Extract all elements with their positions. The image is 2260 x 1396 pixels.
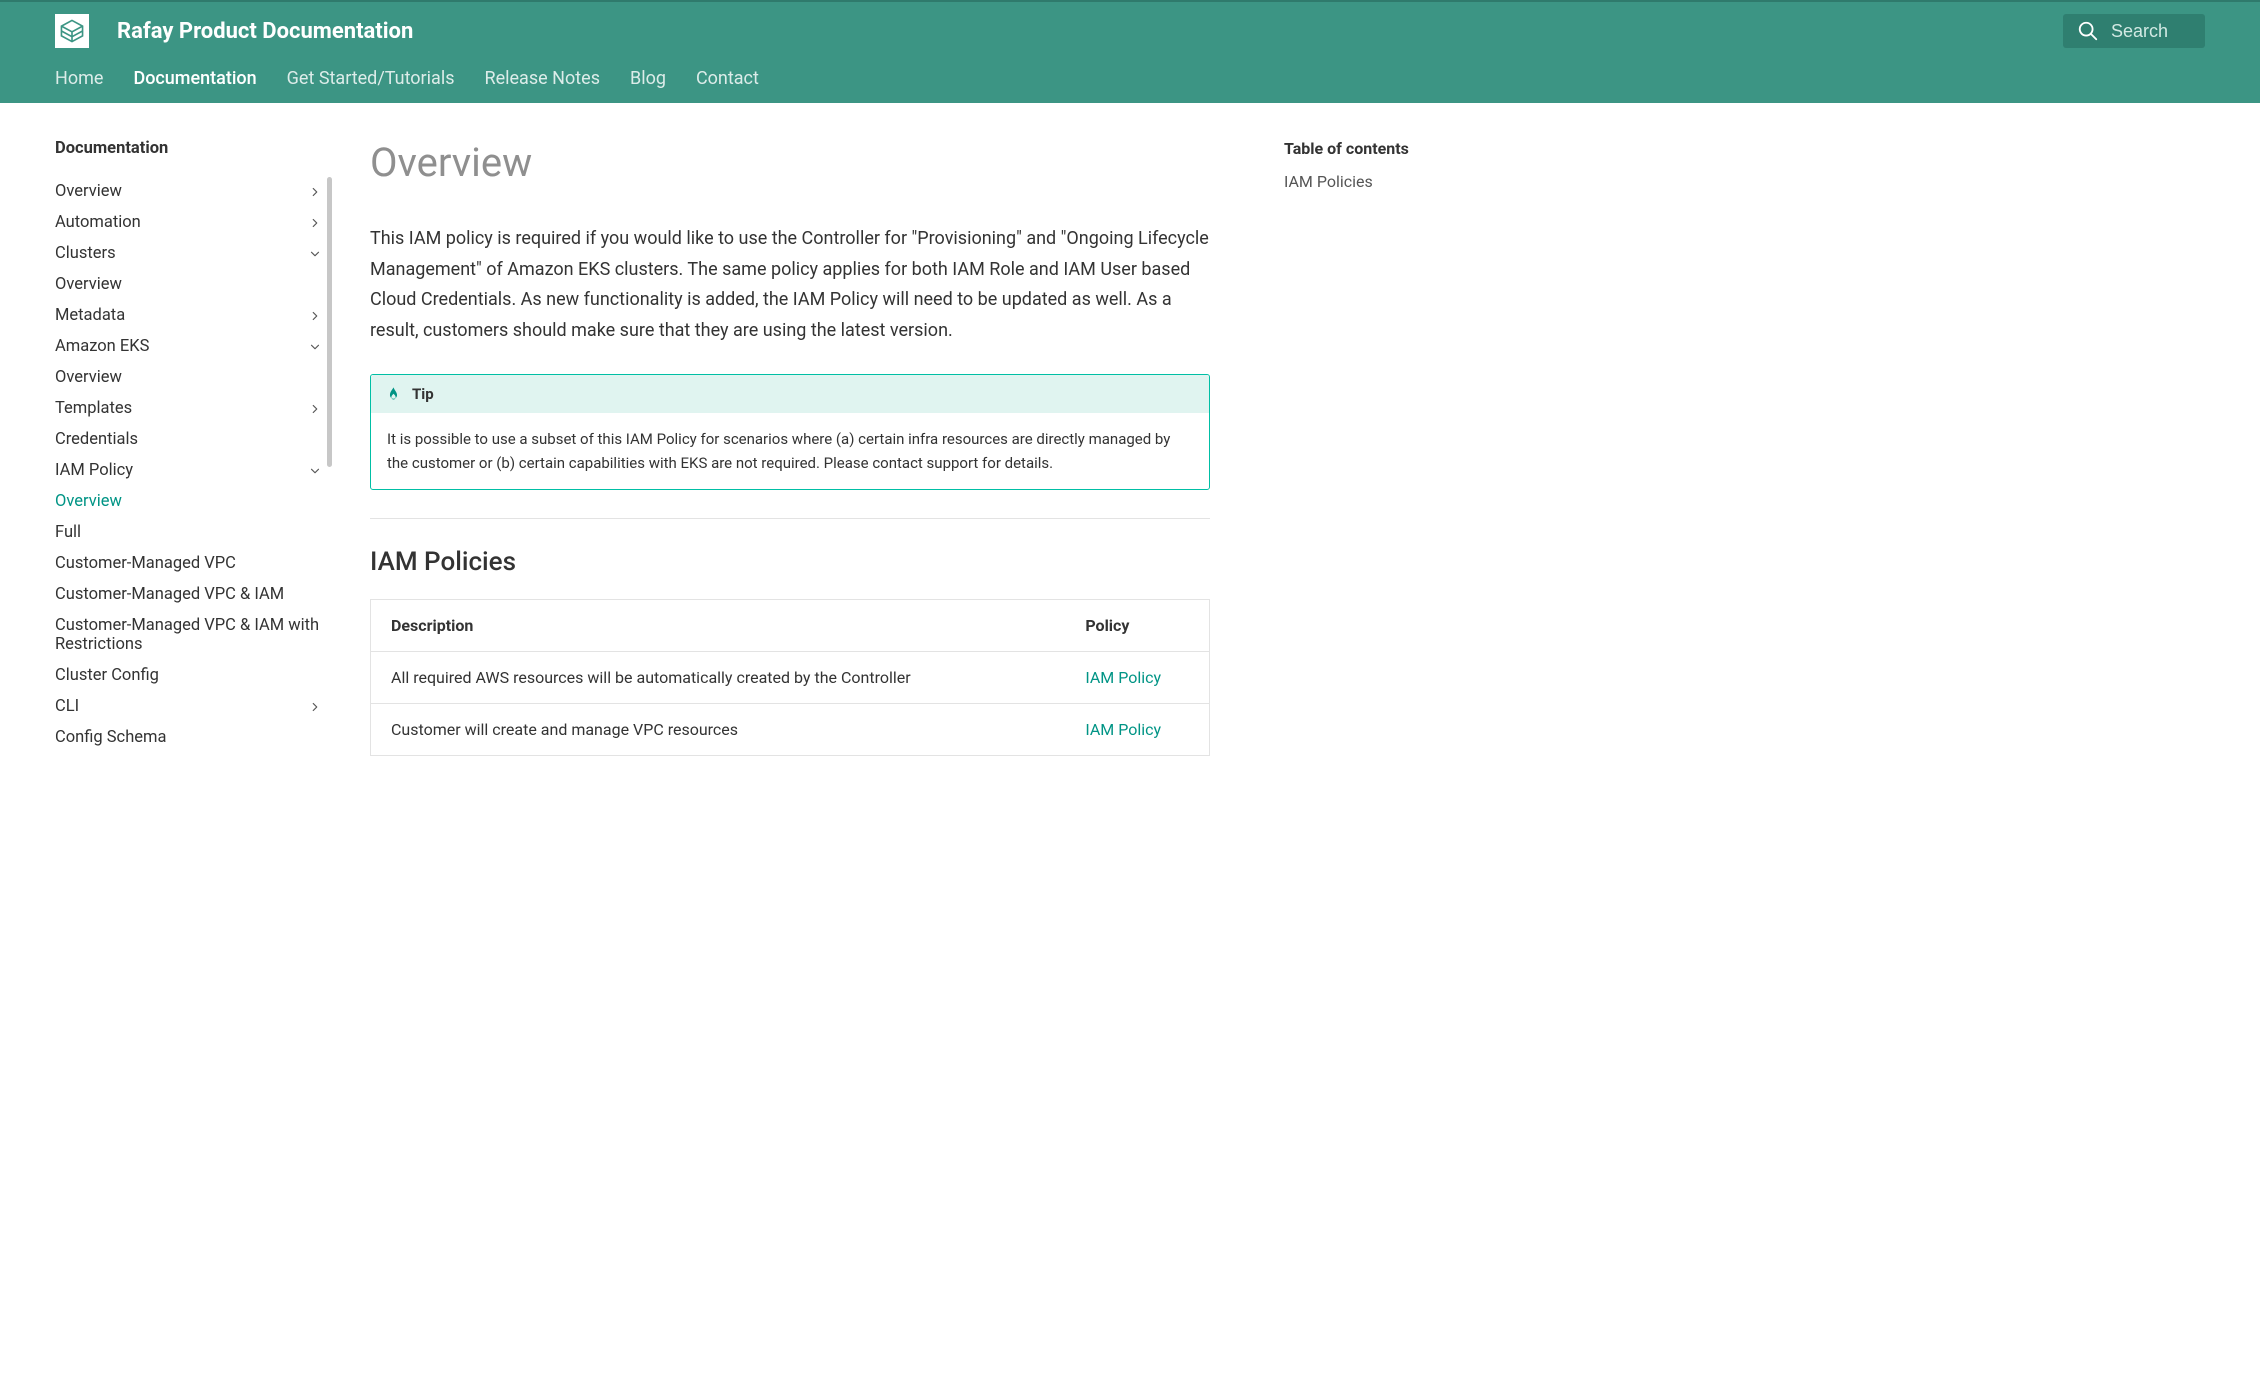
- sidebar-nav: Overview Automation Clusters Overview Metada…: [55, 176, 322, 753]
- site-title: Rafay Product Documentation: [117, 19, 2063, 44]
- toc-title: Table of contents: [1284, 139, 1500, 158]
- chevron-right-icon: [308, 216, 322, 230]
- nav-tab-release-notes[interactable]: Release Notes: [485, 68, 600, 89]
- search-input[interactable]: [2111, 21, 2191, 42]
- sidebar-item-label: Customer-Managed VPC: [55, 554, 322, 573]
- sidebar-item-overview[interactable]: Overview: [55, 269, 322, 300]
- nav-tab-contact[interactable]: Contact: [696, 68, 759, 89]
- primary-nav: Home Documentation Get Started/Tutorials Re…: [0, 58, 2260, 103]
- sidebar-item-label: Full: [55, 523, 322, 542]
- sidebar-item-customer-managed-vpc[interactable]: Customer-Managed VPC: [55, 548, 322, 579]
- tip-header: Tip: [371, 375, 1209, 413]
- sidebar-title: Documentation: [55, 139, 322, 158]
- nav-tab-blog[interactable]: Blog: [630, 68, 666, 89]
- sidebar-item-label: Overview: [55, 182, 308, 201]
- table-row: Customer will create and manage VPC reso…: [371, 704, 1210, 756]
- lead-paragraph: This IAM policy is required if you would…: [370, 224, 1210, 346]
- sidebar-item-full[interactable]: Full: [55, 517, 322, 548]
- col-policy: Policy: [1065, 600, 1209, 652]
- nav-tab-home[interactable]: Home: [55, 68, 103, 89]
- chevron-down-icon: [308, 464, 322, 478]
- policies-table: Description Policy All required AWS reso…: [370, 599, 1210, 756]
- main-content: Overview This IAM policy is required if …: [370, 139, 1240, 756]
- sidebar-item-clusters[interactable]: Clusters: [55, 238, 322, 269]
- sidebar-item-overview[interactable]: Overview: [55, 486, 322, 517]
- sidebar-item-label: Clusters: [55, 244, 308, 263]
- sidebar-scrollbar[interactable]: [327, 177, 332, 467]
- sidebar-item-metadata[interactable]: Metadata: [55, 300, 322, 331]
- table-header-row: Description Policy: [371, 600, 1210, 652]
- page-title: Overview: [370, 139, 1210, 186]
- sidebar-item-label: CLI: [55, 697, 308, 716]
- sidebar-item-label: Templates: [55, 399, 308, 418]
- sidebar-item-label: Automation: [55, 213, 308, 232]
- chevron-right-icon: [308, 700, 322, 714]
- chevron-right-icon: [308, 309, 322, 323]
- search-icon: [2077, 20, 2099, 42]
- sidebar-item-customer-managed-vpc-iam[interactable]: Customer-Managed VPC & IAM: [55, 579, 322, 610]
- policy-link[interactable]: IAM Policy: [1065, 652, 1209, 704]
- sidebar-item-credentials[interactable]: Credentials: [55, 424, 322, 455]
- col-description: Description: [371, 600, 1066, 652]
- sidebar-item-label: Amazon EKS: [55, 337, 308, 356]
- sidebar-item-iam-policy[interactable]: IAM Policy: [55, 455, 322, 486]
- table-of-contents: Table of contents IAM Policies: [1280, 139, 1500, 756]
- section-divider: [370, 518, 1210, 519]
- sidebar-item-label: IAM Policy: [55, 461, 308, 480]
- search-box[interactable]: [2063, 14, 2205, 48]
- sidebar-item-cli[interactable]: CLI: [55, 691, 322, 722]
- sidebar-item-label: Overview: [55, 275, 322, 294]
- sidebar-item-overview[interactable]: Overview: [55, 362, 322, 393]
- chevron-down-icon: [308, 340, 322, 354]
- sidebar-item-label: Metadata: [55, 306, 308, 325]
- logo-icon: [59, 18, 85, 44]
- iam-policies-heading: IAM Policies: [370, 547, 1210, 577]
- page-container: Documentation Overview Automation Clusters…: [0, 103, 2260, 756]
- cell-description: Customer will create and manage VPC reso…: [371, 704, 1066, 756]
- tip-body: It is possible to use a subset of this I…: [371, 413, 1209, 489]
- sidebar-item-customer-managed-vpc-iam-with-restrictions[interactable]: Customer-Managed VPC & IAM with Restrict…: [55, 610, 322, 660]
- sidebar-item-label: Overview: [55, 368, 322, 387]
- chevron-right-icon: [308, 185, 322, 199]
- sidebar-item-label: Overview: [55, 492, 322, 511]
- table-row: All required AWS resources will be autom…: [371, 652, 1210, 704]
- sidebar-item-cluster-config[interactable]: Cluster Config: [55, 660, 322, 691]
- sidebar-item-config-schema[interactable]: Config Schema: [55, 722, 322, 753]
- sidebar-item-overview[interactable]: Overview: [55, 176, 322, 207]
- sidebar-item-label: Customer-Managed VPC & IAM: [55, 585, 322, 604]
- nav-tab-documentation[interactable]: Documentation: [133, 68, 256, 89]
- sidebar-item-label: Customer-Managed VPC & IAM with Restrict…: [55, 616, 322, 654]
- nav-tab-get-started-tutorials[interactable]: Get Started/Tutorials: [287, 68, 455, 89]
- site-logo[interactable]: [55, 14, 89, 48]
- flame-icon: [385, 386, 402, 403]
- tip-admonition: Tip It is possible to use a subset of th…: [370, 374, 1210, 490]
- site-header: Rafay Product Documentation Home Document…: [0, 0, 2260, 103]
- sidebar-item-amazon-eks[interactable]: Amazon EKS: [55, 331, 322, 362]
- sidebar-item-label: Config Schema: [55, 728, 322, 747]
- header-top-row: Rafay Product Documentation: [0, 2, 2260, 58]
- sidebar-item-templates[interactable]: Templates: [55, 393, 322, 424]
- policy-link[interactable]: IAM Policy: [1065, 704, 1209, 756]
- sidebar-item-automation[interactable]: Automation: [55, 207, 322, 238]
- sidebar-item-label: Credentials: [55, 430, 322, 449]
- tip-label: Tip: [412, 385, 434, 403]
- sidebar-item-label: Cluster Config: [55, 666, 322, 685]
- chevron-right-icon: [308, 402, 322, 416]
- toc-item-iam-policies[interactable]: IAM Policies: [1284, 172, 1500, 191]
- chevron-down-icon: [308, 247, 322, 261]
- cell-description: All required AWS resources will be autom…: [371, 652, 1066, 704]
- sidebar: Documentation Overview Automation Clusters…: [55, 139, 330, 756]
